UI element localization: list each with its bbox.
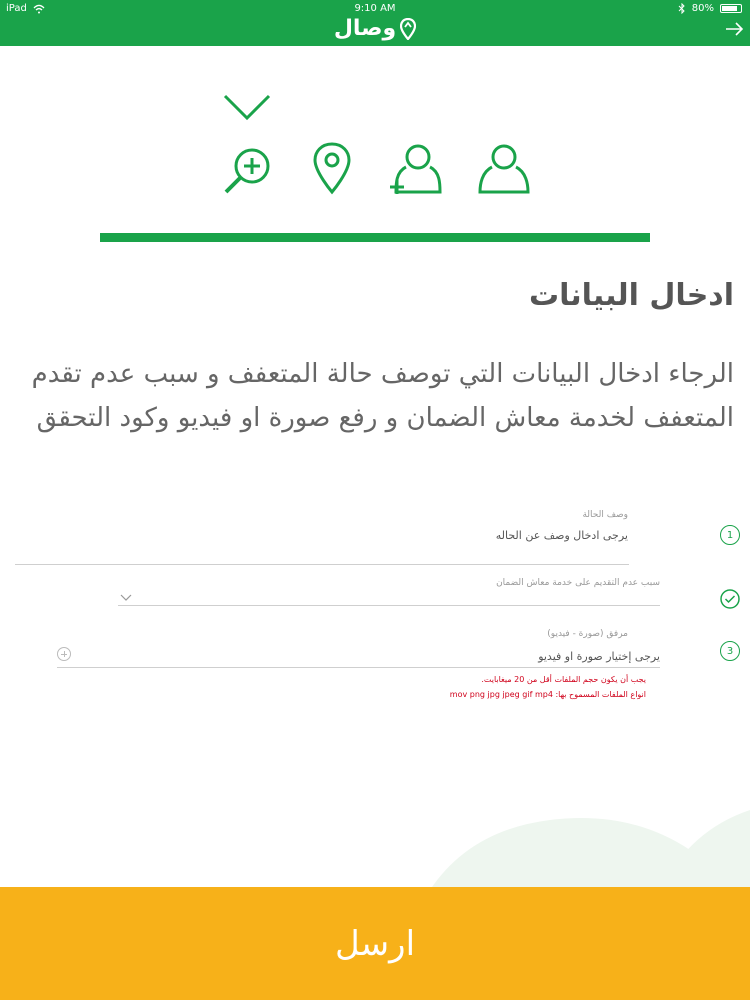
status-right: 80% [678, 3, 742, 14]
top-bar: iPad 9:10 AM 80% وصال [0, 0, 750, 46]
user-icon [478, 144, 530, 194]
search-plus-icon [224, 148, 270, 194]
check-icon [720, 589, 740, 609]
location-pin-icon [313, 142, 351, 195]
brand-name: وصال [333, 16, 397, 41]
dropdown-chevron-icon[interactable] [120, 594, 132, 602]
file-size-note: يجب أن يكون حجم الملفات أقل من 20 ميغابا… [481, 675, 646, 684]
page-title: ادخال البيانات [528, 278, 734, 313]
field-1-label: وصف الحالة [582, 510, 628, 520]
reason-select[interactable] [118, 605, 660, 606]
battery-percent: 80% [691, 3, 714, 14]
bluetooth-icon [678, 3, 685, 14]
field-2-label: سبب عدم التقديم على خدمة معاش الضمان [496, 578, 660, 588]
field-3-number: 3 [720, 641, 740, 661]
submit-button[interactable]: ارسل [0, 887, 750, 1000]
background-decoration [430, 810, 750, 890]
field-3-underline [57, 667, 660, 668]
plus-circle-icon[interactable] [57, 647, 71, 661]
file-types-note: انواع الملفات المسموح بها: mov png jpg j… [449, 690, 646, 699]
app-brand: وصال [0, 16, 750, 41]
attachment-input[interactable]: يرجى إختيار صورة او فيديو [538, 650, 660, 663]
battery-icon [720, 4, 742, 13]
field-1-number: 1 [720, 525, 740, 545]
field-1-underline [15, 564, 629, 565]
description-input[interactable]: يرجى ادخال وصف عن الحاله [496, 529, 628, 542]
status-time: 9:10 AM [354, 3, 396, 14]
back-arrow-icon[interactable] [724, 20, 744, 38]
brand-pin-icon [400, 17, 417, 40]
page-description: الرجاء ادخال البيانات التي توصف حالة الم… [31, 359, 734, 433]
progress-bar [100, 233, 650, 242]
chevron-down-icon [223, 94, 271, 121]
step-indicator [0, 140, 750, 200]
field-3-label: مرفق (صورة - فيديو) [547, 629, 628, 639]
user-add-icon [390, 144, 442, 194]
